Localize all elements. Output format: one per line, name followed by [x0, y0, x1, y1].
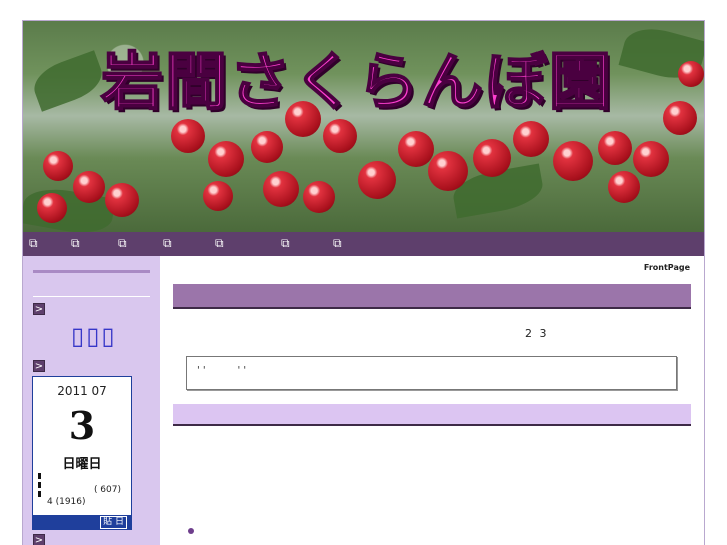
subsection-heading-bar [173, 404, 691, 426]
cherry-decoration [633, 141, 669, 177]
window-icon[interactable]: ⧉ [29, 237, 41, 249]
window-icon[interactable]: ⧉ [118, 237, 130, 249]
sidebar-counter: ▯▯▯ [71, 322, 117, 350]
calendar-day: 3 [68, 403, 96, 448]
window-icon[interactable]: ⧉ [71, 237, 83, 249]
cherry-decoration [263, 171, 299, 207]
sidebar: > ▯▯▯ > 2011 07 3 日曜日 ( 607) 4 (1916) 貼 … [23, 256, 160, 545]
content-text: 2 3 [525, 327, 549, 340]
window-icon[interactable]: ⧉ [333, 237, 345, 249]
calendar-footer: 貼 日 [33, 515, 131, 529]
sidebar-divider [33, 270, 150, 273]
calendar-weekday: 日曜日 [62, 457, 102, 472]
header-banner: 岩間さくらんぼ園 [23, 21, 704, 232]
cherry-decoration [473, 139, 511, 177]
cherry-decoration [598, 131, 632, 165]
section-heading-bar [173, 284, 691, 309]
quote-text: ' ' ' ' [197, 365, 247, 376]
window-icon[interactable]: ⧉ [163, 237, 175, 249]
calendar-year-month: 2011 07 [57, 384, 107, 398]
window-icon[interactable]: ⧉ [215, 237, 227, 249]
quote-box: ' ' ' ' [186, 356, 677, 390]
cherry-decoration [358, 161, 396, 199]
list-bullet-icon [188, 528, 194, 534]
leaf-decoration [28, 50, 108, 112]
calendar-note: ( 607) [93, 485, 121, 495]
cherry-decoration [428, 151, 468, 191]
cherry-decoration [663, 101, 697, 135]
cherry-decoration [73, 171, 105, 203]
cherry-decoration [43, 151, 73, 181]
main-content: FrontPage 2 3 ' ' ' ' [160, 256, 704, 545]
cherry-decoration [208, 141, 244, 177]
cherry-decoration [608, 171, 640, 203]
cherry-decoration [513, 121, 549, 157]
cherry-decoration [323, 119, 357, 153]
calendar-paste-button[interactable]: 貼 日 [100, 516, 127, 529]
calendar-marks [38, 473, 41, 503]
calendar-widget: 2011 07 3 日曜日 ( 607) 4 (1916) 貼 日 [32, 376, 132, 530]
page-frame: 岩間さくらんぼ園 ⧉ ⧉ ⧉ ⧉ ⧉ ⧉ ⧉ > ▯▯▯ > 2011 07 3… [22, 20, 705, 545]
cherry-decoration [678, 61, 704, 87]
banner-title: 岩間さくらんぼ園 [100, 44, 614, 119]
arrow-right-icon[interactable]: > [33, 360, 45, 372]
cherry-decoration [105, 183, 139, 217]
page-name-link[interactable]: FrontPage [644, 263, 690, 272]
window-icon[interactable]: ⧉ [281, 237, 293, 249]
sidebar-divider [33, 296, 150, 297]
arrow-right-icon[interactable]: > [33, 303, 45, 315]
nav-bar: ⧉ ⧉ ⧉ ⧉ ⧉ ⧉ ⧉ [23, 232, 704, 256]
cherry-decoration [203, 181, 233, 211]
arrow-right-icon[interactable]: > [33, 534, 45, 545]
cherry-decoration [553, 141, 593, 181]
cherry-decoration [171, 119, 205, 153]
cherry-decoration [398, 131, 434, 167]
cherry-decoration [37, 193, 67, 223]
cherry-decoration [303, 181, 335, 213]
cherry-decoration [251, 131, 283, 163]
calendar-note: 4 (1916) [47, 497, 86, 507]
